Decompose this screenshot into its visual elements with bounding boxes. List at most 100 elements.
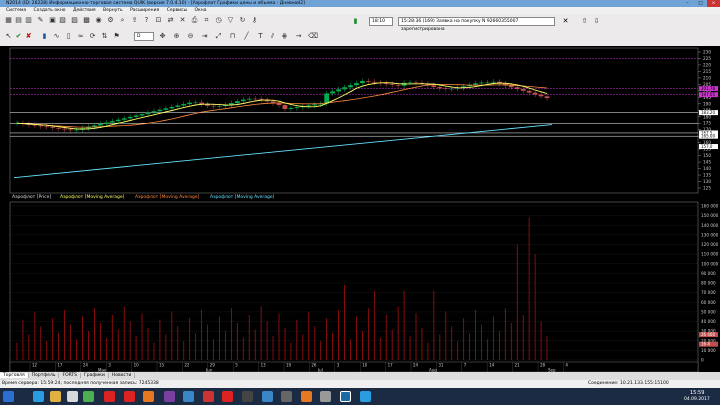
- explorer-icon[interactable]: [50, 391, 61, 402]
- quik-icon[interactable]: [340, 391, 351, 402]
- candles-icon[interactable]: ▮: [351, 17, 360, 26]
- app-icon-4[interactable]: [242, 391, 253, 402]
- volume-tick-label: 80 000: [701, 281, 716, 286]
- menu-item-actions[interactable]: Действия: [73, 8, 96, 13]
- opera-icon[interactable]: [104, 391, 115, 402]
- menu-item-windows[interactable]: Окна: [195, 8, 207, 13]
- app-icon-3[interactable]: [203, 391, 214, 402]
- app-icon-5[interactable]: [262, 391, 273, 402]
- app-icon-2[interactable]: [183, 391, 194, 402]
- ma-long-line: [13, 124, 553, 179]
- menu-item-extensions[interactable]: Расширения: [130, 8, 159, 13]
- refresh-icon[interactable]: ↻: [238, 16, 247, 25]
- move-icon[interactable]: ✥: [158, 32, 167, 41]
- candle-body: [443, 88, 449, 89]
- volume-tick-label: 0: [701, 358, 704, 363]
- opera-icon-2[interactable]: [124, 391, 135, 402]
- candle-chart-icon[interactable]: ▯: [64, 32, 73, 41]
- fibonacci-icon[interactable]: ⋕: [280, 32, 289, 41]
- lock-icon[interactable]: ⊡: [154, 16, 163, 25]
- media-icon[interactable]: [67, 391, 78, 402]
- wave-icon[interactable]: ≈: [76, 32, 85, 41]
- yandex-icon[interactable]: [222, 391, 233, 402]
- sell-icon[interactable]: ⇩: [592, 17, 601, 26]
- find-icon[interactable]: ⌕: [118, 16, 127, 25]
- tools-icon[interactable]: ✕: [178, 16, 187, 25]
- close-icon[interactable]: ✕: [561, 17, 570, 26]
- eraser-icon[interactable]: ⌫: [308, 32, 318, 41]
- taskbar: 15:59 04.09.2017: [0, 388, 720, 405]
- cancel-icon[interactable]: ✘: [24, 32, 33, 41]
- filter-icon[interactable]: ▽: [226, 16, 235, 25]
- help-icon[interactable]: ?: [142, 16, 151, 25]
- app-icon-6[interactable]: [281, 391, 292, 402]
- minimize-button[interactable]: –: [681, 0, 694, 7]
- maximize-button[interactable]: □: [694, 0, 707, 7]
- volume-axis: 160 000 150 000 140 000 130 000 120 000 110 0…: [701, 204, 719, 363]
- crop-icon[interactable]: ⌗: [202, 16, 211, 25]
- arrow-icon[interactable]: →: [294, 32, 303, 41]
- zoom-in-icon[interactable]: ⊕: [172, 32, 181, 41]
- message-field[interactable]: 15:28:36 (169) Заявка на покупку N 92660…: [398, 17, 555, 32]
- app-icon-8[interactable]: [320, 391, 331, 402]
- grid-icon[interactable]: ▦: [4, 16, 13, 25]
- trades-icon[interactable]: ▨: [70, 16, 79, 25]
- zoom-out-icon[interactable]: ⊖: [186, 32, 195, 41]
- print-icon[interactable]: ⎙: [190, 16, 199, 25]
- order-icon[interactable]: ✎: [36, 16, 45, 25]
- price-volume-chart[interactable]: 2302252202152102052001951901851801751701…: [0, 46, 720, 379]
- chart-area[interactable]: 2302252202152102052001951901851801751701…: [0, 46, 720, 379]
- flag-icon[interactable]: ⚑: [112, 32, 121, 41]
- price-tick-label: 125: [703, 186, 711, 191]
- ie-icon[interactable]: [33, 391, 44, 402]
- key-icon[interactable]: ⚷: [250, 16, 259, 25]
- candle-body: [532, 92, 538, 95]
- time-field[interactable]: 18:10: [369, 17, 393, 26]
- news-icon[interactable]: ▩: [82, 16, 91, 25]
- firefox-icon[interactable]: [143, 391, 154, 402]
- channel-icon[interactable]: ⫽: [268, 32, 277, 41]
- clock-icon[interactable]: ◷: [214, 16, 223, 25]
- app-icon-7[interactable]: [301, 391, 312, 402]
- tab-charts[interactable]: Графики: [81, 373, 109, 378]
- app-icon-1[interactable]: [164, 391, 175, 402]
- draw-line-icon[interactable]: ╱: [242, 32, 251, 41]
- interval-select[interactable]: D: [134, 32, 154, 41]
- portfolio-icon[interactable]: ▣: [48, 16, 57, 25]
- clock-date[interactable]: 04.09.2017: [684, 397, 710, 402]
- export-icon[interactable]: ⇪: [130, 16, 139, 25]
- menu-item-system[interactable]: Система: [6, 8, 26, 13]
- settings-icon[interactable]: ⚙: [106, 16, 115, 25]
- fit-icon[interactable]: ⤢: [214, 32, 223, 41]
- line-chart-icon[interactable]: ∿: [52, 32, 61, 41]
- sync-icon[interactable]: ⟳: [88, 32, 97, 41]
- app-icon-9[interactable]: [360, 391, 371, 402]
- candle-body: [74, 129, 79, 131]
- tab-news[interactable]: Новости: [108, 373, 136, 378]
- buy-icon[interactable]: ⇧: [580, 17, 589, 26]
- menu-item-return[interactable]: Вернуть: [103, 8, 123, 13]
- candle-body: [145, 112, 151, 115]
- bar-chart-icon[interactable]: ▮: [40, 32, 49, 41]
- chrome-icon[interactable]: [83, 391, 94, 402]
- clock-time[interactable]: 15:59: [690, 390, 704, 396]
- price-tag-label: 157.0: [701, 144, 713, 149]
- quotes-icon[interactable]: ▧: [58, 16, 67, 25]
- tab-trading[interactable]: Торговля: [0, 373, 29, 378]
- alert-icon[interactable]: ◉: [94, 16, 103, 25]
- tab-forts[interactable]: FORTS: [59, 373, 82, 378]
- menu-item-create-window[interactable]: Создать окно: [34, 8, 66, 13]
- close-button[interactable]: ×: [707, 0, 720, 7]
- table-icon[interactable]: ▤: [14, 16, 23, 25]
- pointer-icon[interactable]: ↖: [4, 32, 13, 41]
- tab-portfolio[interactable]: Портфель: [28, 373, 60, 378]
- menu-item-services[interactable]: Сервисы: [167, 8, 187, 13]
- scroll-right-icon[interactable]: ⇥: [200, 32, 209, 41]
- start-icon[interactable]: [3, 391, 14, 402]
- chart-icon[interactable]: ▥: [24, 16, 33, 25]
- connect-icon[interactable]: ⇄: [166, 16, 175, 25]
- check-icon[interactable]: ✔: [14, 32, 23, 41]
- text-icon[interactable]: T: [256, 32, 265, 41]
- ruler-icon[interactable]: ⊓: [228, 32, 237, 41]
- sort-icon[interactable]: ⇅: [100, 32, 109, 41]
